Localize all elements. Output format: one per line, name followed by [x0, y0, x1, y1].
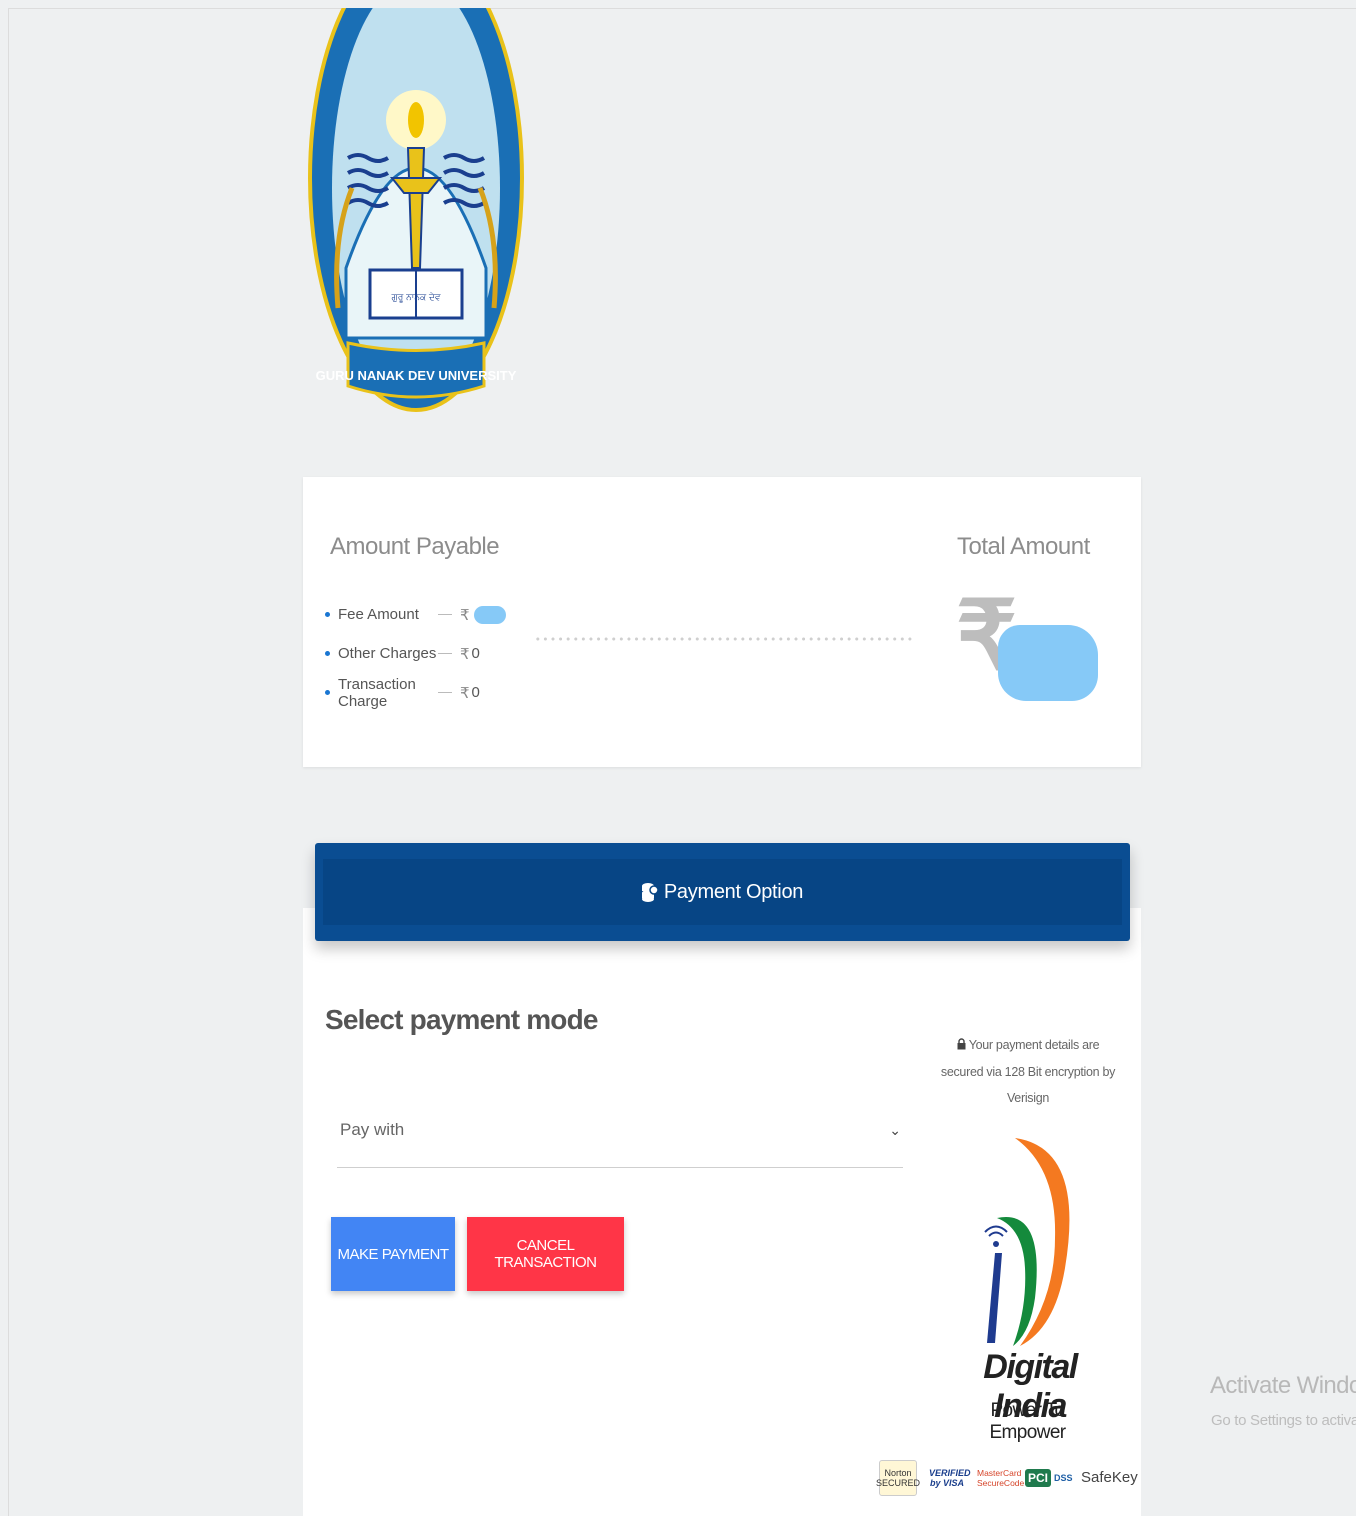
safekey-badge: SafeKey: [1081, 1469, 1138, 1486]
chevron-down-icon: ⌄: [889, 1122, 901, 1138]
cancel-transaction-button[interactable]: CANCEL TRANSACTION: [467, 1217, 624, 1291]
dss-label: DSS: [1054, 1473, 1073, 1483]
university-logo: ਗੁਰੂ ਨਾਨਕ ਦੇਵ GURU NANAK DEV UNIVERSITY: [308, 8, 524, 412]
security-note-text: Your payment details are secured via 128…: [940, 1038, 1116, 1105]
bullet-icon: [325, 612, 330, 617]
verified-by-visa-badge: VERIFIED by VISA: [929, 1468, 971, 1488]
pay-with-placeholder: Pay with: [340, 1120, 405, 1139]
left-border: [8, 8, 9, 1516]
fee-item-other-charges: Other Charges ₹ 0: [325, 634, 506, 673]
fee-breakdown-list: Fee Amount ₹ Other Charges ₹ 0 Transacti…: [325, 595, 506, 712]
norton-badge: Norton SECURED: [876, 1460, 920, 1496]
coins-icon: [641, 880, 658, 904]
pay-with-select[interactable]: Pay with ⌄: [337, 1108, 903, 1168]
top-border: [8, 8, 1356, 9]
university-name: GURU NANAK DEV UNIVERSITY: [316, 368, 517, 383]
dash-separator: [438, 692, 452, 693]
mastercard-securecode-badge: MasterCard SecureCode: [977, 1468, 1025, 1488]
activate-windows-title: Activate Windows: [1210, 1372, 1356, 1399]
dotted-separator: [534, 635, 912, 643]
rupee-icon: ₹: [460, 645, 470, 663]
fee-item-label: Other Charges: [338, 645, 437, 662]
fee-item-value: 0: [471, 645, 480, 662]
redacted-fee-value: [473, 605, 506, 624]
payment-option-label: Payment Option: [663, 880, 804, 903]
total-amount-title: Total Amount: [957, 533, 1090, 560]
fee-item-label: Fee Amount: [338, 606, 419, 623]
fee-item-fee-amount: Fee Amount ₹: [325, 595, 506, 634]
lock-icon: [957, 1033, 966, 1059]
fee-item-transaction-charge: Transaction Charge ₹ 0: [325, 673, 506, 712]
bullet-icon: [325, 690, 330, 695]
make-payment-button[interactable]: MAKE PAYMENT: [331, 1217, 455, 1291]
security-badges: Norton SECURED VERIFIED by VISA MasterCa…: [876, 1458, 1138, 1498]
dash-separator: [438, 614, 452, 615]
select-payment-mode-title: Select payment mode: [325, 1004, 598, 1035]
amount-card: Amount Payable Fee Amount ₹ Other Charge…: [303, 477, 1141, 767]
rupee-icon: ₹: [460, 606, 470, 624]
digital-india-logo: [984, 1138, 1070, 1346]
rupee-icon: ₹: [460, 684, 470, 702]
digital-india-tagline: Power To Empower: [989, 1400, 1066, 1443]
pci-dss-badge: PCI DSS: [1025, 1469, 1073, 1487]
activate-windows-subtitle: Go to Settings to activate Wi: [1211, 1412, 1356, 1429]
fee-item-label: Transaction Charge: [338, 675, 416, 710]
amount-payable-title: Amount Payable: [330, 533, 500, 560]
bullet-icon: [325, 651, 330, 656]
dash-separator: [438, 653, 452, 654]
payment-option-header: Payment Option: [315, 843, 1130, 941]
fee-item-value: 0: [471, 684, 480, 701]
svg-text:ਗੁਰੂ ਨਾਨਕ ਦੇਵ: ਗੁਰੂ ਨਾਨਕ ਦੇਵ: [390, 292, 440, 303]
pci-label: PCI: [1025, 1469, 1052, 1487]
redacted-total-value: [998, 625, 1098, 701]
security-note: Your payment details are secured via 128…: [934, 1032, 1122, 1111]
